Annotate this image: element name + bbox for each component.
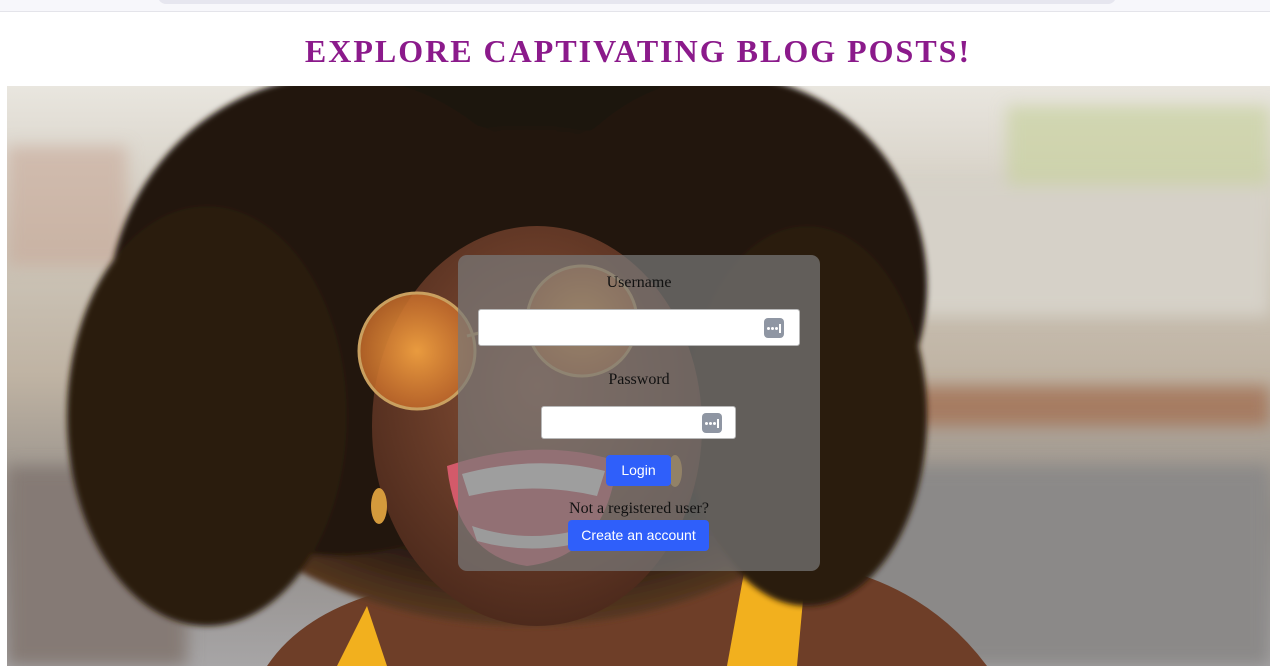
username-label: Username	[606, 274, 672, 291]
username-input[interactable]	[479, 310, 799, 345]
username-field[interactable]	[478, 309, 800, 346]
top-search-bar[interactable]	[158, 0, 1116, 4]
password-manager-icon[interactable]	[764, 317, 784, 338]
password-manager-icon[interactable]	[702, 412, 722, 433]
page-headline: EXPLORE CAPTIVATING BLOG POSTS!	[304, 33, 972, 69]
password-label: Password	[608, 371, 670, 388]
not-registered-text: Not a registered user?	[569, 500, 709, 517]
login-card: Username Password Login Not a registered…	[458, 255, 820, 571]
password-field[interactable]	[541, 406, 736, 439]
login-button[interactable]: Login	[606, 455, 671, 486]
browser-top-bar	[0, 0, 1270, 12]
create-account-button[interactable]: Create an account	[568, 520, 709, 551]
